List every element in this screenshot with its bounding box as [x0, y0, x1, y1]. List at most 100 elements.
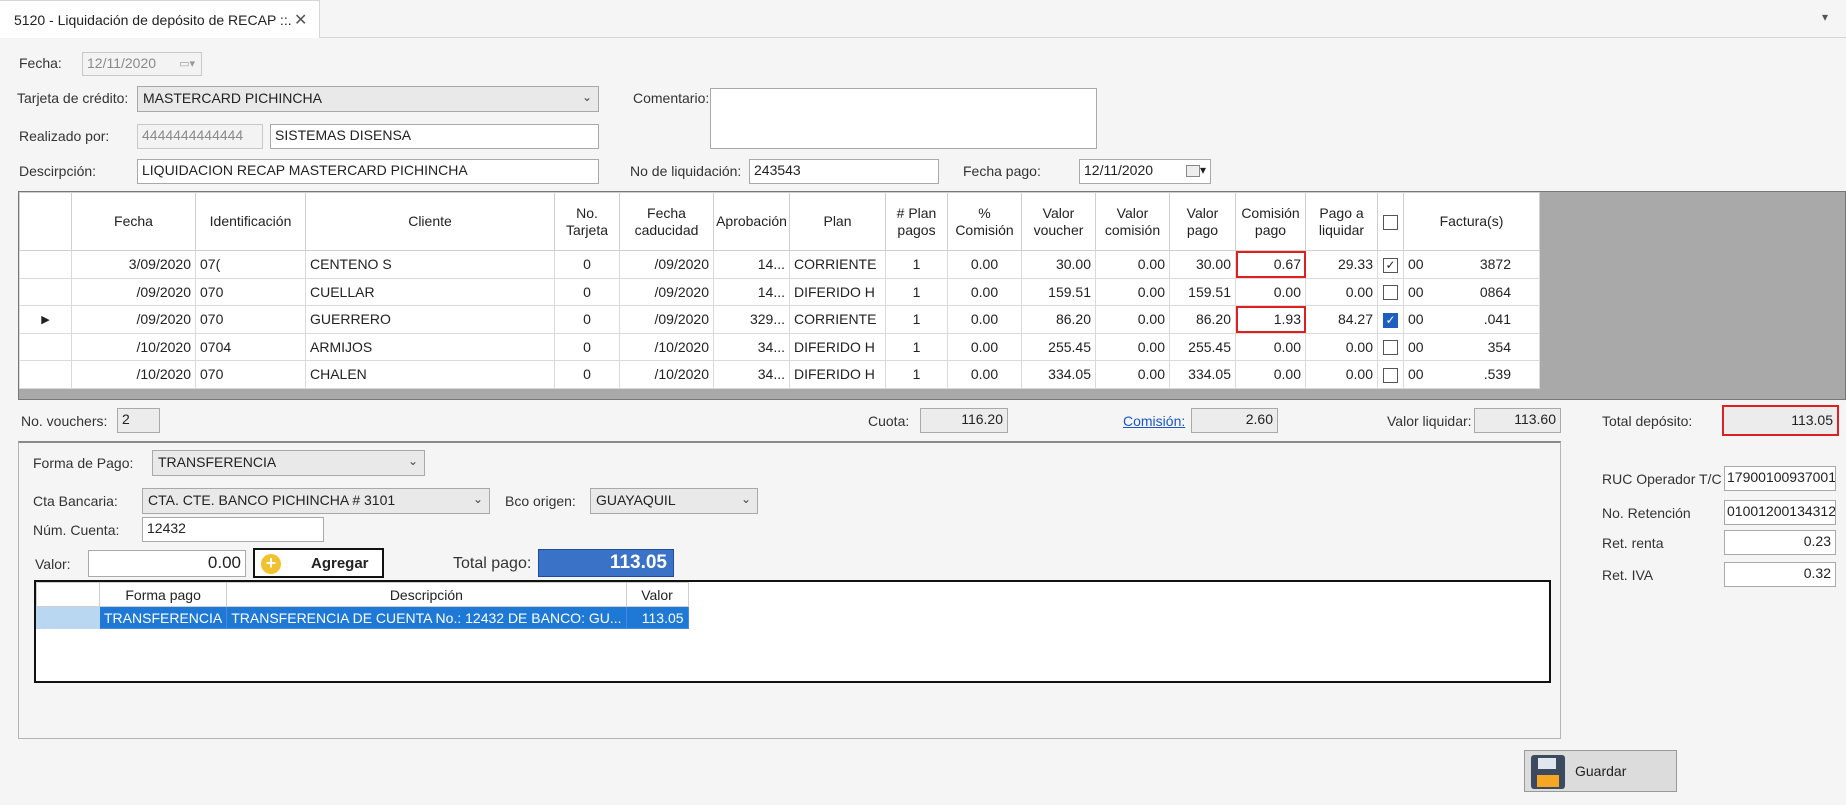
valor-pago-cell[interactable]: 159.51 [1169, 277, 1236, 306]
factura-cell[interactable]: 00 .041 [1403, 305, 1540, 334]
column-header[interactable]: Identificación [195, 192, 306, 251]
calendar-icon[interactable]: ▾ [1185, 163, 1206, 177]
realizado-name-field[interactable]: SISTEMAS DISENSA [270, 124, 599, 149]
valor-voucher-cell[interactable]: 86.20 [1021, 305, 1096, 334]
cliente-cell[interactable]: ARMIJOS [305, 332, 555, 361]
pct-comision-cell[interactable]: 0.00 [947, 360, 1022, 389]
checkbox-cell[interactable]: ✓ [1377, 250, 1404, 279]
plan-cell[interactable]: DIFERIDO H [789, 360, 886, 389]
column-header[interactable]: % Comisión [947, 192, 1022, 251]
identificacion-cell[interactable]: 070 [195, 360, 306, 389]
no-tarjeta-cell[interactable]: 0 [554, 332, 620, 361]
valor-comision-cell[interactable]: 0.00 [1095, 332, 1170, 361]
caducidad-cell[interactable]: /09/2020 [619, 277, 714, 306]
column-header[interactable]: No. Tarjeta [554, 192, 620, 251]
valor-comision-cell[interactable]: 0.00 [1095, 305, 1170, 334]
checkbox-cell[interactable] [1377, 332, 1404, 361]
aprobacion-cell[interactable]: 14... [713, 277, 790, 306]
column-header[interactable]: Fecha caducidad [619, 192, 714, 251]
no-tarjeta-cell[interactable]: 0 [554, 250, 620, 279]
pct-comision-cell[interactable]: 0.00 [947, 332, 1022, 361]
factura-cell[interactable]: 00 3872 [1403, 250, 1540, 279]
retencion-field[interactable]: 01001200134312 [1724, 500, 1836, 525]
table-row[interactable]: ▶/09/2020 070 GUERRERO 0/09/2020 329... CORRI… [19, 305, 1540, 334]
pago-liquidar-cell[interactable]: 84.27 [1305, 305, 1378, 334]
table-row[interactable]: /10/2020 0704 ARMIJOS 0/10/2020 34... DIFERID… [19, 332, 1540, 361]
valor-voucher-cell[interactable]: 159.51 [1021, 277, 1096, 306]
caducidad-cell[interactable]: /09/2020 [619, 305, 714, 334]
row-indicator[interactable] [19, 360, 72, 389]
pago-liquidar-cell[interactable]: 0.00 [1305, 277, 1378, 306]
table-row[interactable]: /09/2020 070 CUELLAR 0/09/2020 14... DIFERIDO… [19, 277, 1540, 306]
comentario-textarea[interactable] [710, 88, 1097, 149]
table-row[interactable]: /10/2020 070 CHALEN 0/10/2020 34... DIFERIDO … [19, 360, 1540, 389]
fecha-cell[interactable]: 3/09/2020 [71, 250, 196, 279]
column-header[interactable]: Forma pago [98, 582, 228, 607]
select-checkbox[interactable] [1383, 285, 1398, 301]
select-checkbox[interactable] [1383, 340, 1398, 356]
plan-cell[interactable]: DIFERIDO H [789, 277, 886, 306]
descripcion-field[interactable]: LIQUIDACION RECAP MASTERCARD PICHINCHA [137, 159, 599, 184]
chevron-down-icon[interactable]: ▾ [1822, 10, 1828, 24]
factura-cell[interactable]: 00 .539 [1403, 360, 1540, 389]
factura-cell[interactable]: 00 0864 [1403, 277, 1540, 306]
pago-liquidar-cell[interactable]: 0.00 [1305, 332, 1378, 361]
checkbox-cell[interactable] [1377, 360, 1404, 389]
plan-pagos-cell[interactable]: 1 [885, 277, 948, 306]
valor-pago-cell[interactable]: 30.00 [1169, 250, 1236, 279]
fecha-cell[interactable]: /10/2020 [71, 332, 196, 361]
pct-comision-cell[interactable]: 0.00 [947, 250, 1022, 279]
ret-renta-field[interactable]: 0.23 [1724, 530, 1836, 555]
checkbox-cell[interactable]: ✓ [1377, 305, 1404, 334]
plan-cell[interactable]: DIFERIDO H [789, 332, 886, 361]
cliente-cell[interactable]: GUERRERO [305, 305, 555, 334]
pago-liquidar-cell[interactable]: 0.00 [1305, 360, 1378, 389]
ruc-field[interactable]: 17900100937001 [1724, 466, 1836, 491]
identificacion-cell[interactable]: 070 [195, 277, 306, 306]
column-header[interactable]: Aprobación [713, 192, 790, 251]
select-all-checkbox[interactable] [1383, 214, 1398, 230]
bco-origen-select[interactable]: GUAYAQUIL ⌄ [590, 488, 758, 514]
cliente-cell[interactable]: CENTENO S [305, 250, 555, 279]
valor-pago-cell[interactable]: 255.45 [1169, 332, 1236, 361]
column-header[interactable]: Comisión pago [1235, 192, 1306, 251]
column-header[interactable]: Valor comisión [1095, 192, 1170, 251]
column-header[interactable]: # Plan pagos [885, 192, 948, 251]
cta-bancaria-select[interactable]: CTA. CTE. BANCO PICHINCHA # 3101 ⌄ [142, 488, 490, 514]
comision-pago-cell[interactable]: 0.67 [1235, 250, 1306, 279]
column-header[interactable]: Valor [625, 582, 689, 607]
aprobacion-cell[interactable]: 34... [713, 332, 790, 361]
caducidad-cell[interactable]: /09/2020 [619, 250, 714, 279]
close-icon[interactable]: ✕ [294, 10, 307, 30]
guardar-button[interactable]: Guardar [1524, 750, 1677, 792]
tab-liquidacion[interactable]: 5120 - Liquidación de depósito de RECAP … [0, 0, 320, 38]
cliente-cell[interactable]: CHALEN [305, 360, 555, 389]
comision-pago-cell[interactable]: 0.00 [1235, 360, 1306, 389]
pct-comision-cell[interactable]: 0.00 [947, 305, 1022, 334]
valor-voucher-cell[interactable]: 30.00 [1021, 250, 1096, 279]
row-indicator[interactable]: ▶ [19, 305, 72, 334]
fecha-field[interactable]: 12/11/2020 ▭▾ [82, 52, 202, 76]
factura-cell[interactable]: 00 354 [1403, 332, 1540, 361]
valor-comision-cell[interactable]: 0.00 [1095, 250, 1170, 279]
ret-iva-field[interactable]: 0.32 [1724, 562, 1836, 587]
column-header[interactable] [1377, 192, 1404, 251]
fecha-cell[interactable]: /10/2020 [71, 360, 196, 389]
valor-field[interactable]: 0.00 [88, 550, 246, 577]
no-tarjeta-cell[interactable]: 0 [554, 305, 620, 334]
valor-voucher-cell[interactable]: 334.05 [1021, 360, 1096, 389]
identificacion-cell[interactable]: 070 [195, 305, 306, 334]
calendar-icon[interactable]: ▭▾ [179, 57, 195, 70]
column-header[interactable]: Fecha [71, 192, 196, 251]
checkbox-cell[interactable] [1377, 277, 1404, 306]
row-indicator[interactable] [36, 606, 100, 629]
identificacion-cell[interactable]: 07( [195, 250, 306, 279]
column-header[interactable]: Valor pago [1169, 192, 1236, 251]
valor-comision-cell[interactable]: 0.00 [1095, 277, 1170, 306]
table-row[interactable]: TRANSFERENCIA TRANSFERENCIA DE CUENTA No… [36, 606, 689, 629]
no-tarjeta-cell[interactable]: 0 [554, 360, 620, 389]
valor-pago-cell[interactable]: 86.20 [1169, 305, 1236, 334]
column-header[interactable]: Plan [789, 192, 886, 251]
aprobacion-cell[interactable]: 14... [713, 250, 790, 279]
table-row[interactable]: 3/09/2020 07(CENTENO S 0/09/2020 14... CORRI… [19, 250, 1540, 279]
